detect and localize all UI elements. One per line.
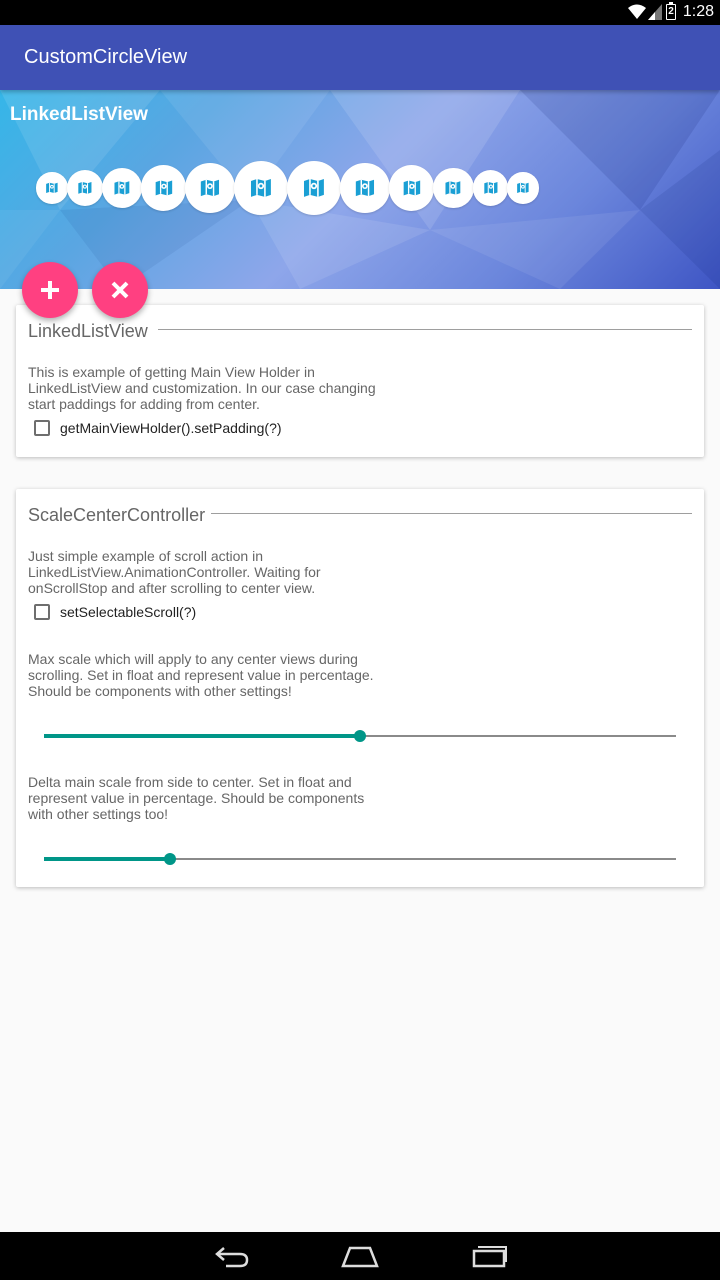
wifi-icon: [628, 4, 646, 19]
linked-list-card: LinkedListView This is example of gettin…: [16, 305, 704, 457]
app-bar: CustomCircleView: [0, 25, 720, 90]
back-icon[interactable]: [214, 1244, 250, 1268]
selectable-scroll-checkbox[interactable]: [34, 604, 50, 620]
desc-line: Just simple example of scroll action in: [28, 548, 263, 564]
desc-line: with other settings too!: [28, 806, 169, 822]
circle-item[interactable]: [36, 172, 68, 204]
card-title: ScaleCenterController: [28, 505, 206, 525]
desc-line: LinkedListView.AnimationController. Wait…: [28, 564, 321, 580]
desc-line: scrolling. Set in float and represent va…: [28, 667, 374, 683]
checkbox-label[interactable]: getMainViewHolder().setPadding(?): [60, 420, 282, 436]
circle-item[interactable]: [507, 172, 539, 204]
desc-line: represent value in percentage. Should be…: [28, 790, 365, 806]
circle-item[interactable]: [340, 163, 390, 213]
header-title: LinkedListView: [10, 104, 148, 125]
desc-line: start paddings for adding from center.: [28, 396, 260, 412]
checkbox-label[interactable]: setSelectableScroll(?): [60, 604, 196, 620]
map-icon: [445, 181, 461, 195]
recents-icon[interactable]: [472, 1244, 508, 1268]
selectable-scroll-checkbox-row[interactable]: setSelectableScroll(?): [34, 604, 196, 620]
delta-scale-seekbar[interactable]: [44, 849, 676, 869]
set-padding-checkbox[interactable]: [34, 420, 50, 436]
circle-item[interactable]: [233, 160, 289, 216]
map-icon: [46, 182, 58, 194]
circle-item[interactable]: [66, 170, 103, 206]
map-icon: [114, 181, 130, 195]
home-icon[interactable]: [341, 1244, 379, 1268]
map-icon: [483, 182, 498, 194]
circle-item[interactable]: [101, 167, 142, 209]
seekbar-fill: [44, 734, 360, 738]
plus-icon: [41, 281, 59, 299]
card-title: LinkedListView: [28, 321, 148, 341]
desc-line: LinkedListView and customization. In our…: [28, 380, 376, 396]
desc-line: Delta main scale from side to center. Se…: [28, 774, 352, 790]
desc-line: Max scale which will apply to any center…: [28, 651, 358, 667]
desc-line: onScrollStop and after scrolling to cent…: [28, 580, 316, 596]
circle-item[interactable]: [389, 165, 435, 211]
linked-list-header: LinkedListView: [0, 90, 720, 289]
desc-line: Should be components with other settings…: [28, 683, 292, 699]
circle-item[interactable]: [433, 167, 474, 209]
desc-line: This is example of getting Main View Hol…: [28, 364, 315, 380]
remove-button[interactable]: [92, 262, 148, 318]
delta-scale-description: Delta main scale from side to center. Se…: [28, 774, 428, 822]
battery-icon: 2: [666, 2, 676, 20]
card-description: Just simple example of scroll action in …: [28, 548, 388, 596]
circle-item[interactable]: [472, 170, 509, 206]
divider: [158, 329, 692, 330]
map-icon: [356, 179, 375, 197]
circle-item[interactable]: [185, 163, 235, 213]
navigation-bar: [0, 1232, 720, 1280]
clock: 1:28: [682, 3, 714, 20]
map-icon: [250, 179, 271, 197]
map-icon: [304, 179, 325, 197]
divider: [211, 513, 692, 514]
battery-level: 2: [668, 6, 674, 17]
set-padding-checkbox-row[interactable]: getMainViewHolder().setPadding(?): [34, 420, 282, 436]
card-description: This is example of getting Main View Hol…: [28, 364, 388, 412]
map-icon: [200, 179, 220, 197]
seekbar-thumb[interactable]: [354, 730, 366, 742]
map-icon: [517, 182, 529, 194]
circle-item[interactable]: [141, 165, 187, 211]
seekbar-thumb[interactable]: [164, 853, 177, 865]
max-scale-description: Max scale which will apply to any center…: [28, 651, 428, 699]
signal-icon: [648, 4, 662, 20]
map-icon: [77, 182, 92, 194]
close-icon: [111, 281, 129, 299]
app-title: CustomCircleView: [24, 46, 188, 68]
scale-center-card: ScaleCenterController Just simple exampl…: [16, 489, 704, 887]
seekbar-fill: [44, 857, 171, 861]
status-bar: 2 1:28: [0, 0, 720, 25]
max-scale-seekbar[interactable]: [44, 726, 676, 746]
map-icon: [403, 180, 420, 196]
circle-item[interactable]: [287, 160, 342, 216]
add-button[interactable]: [22, 262, 78, 318]
map-icon: [155, 180, 172, 196]
